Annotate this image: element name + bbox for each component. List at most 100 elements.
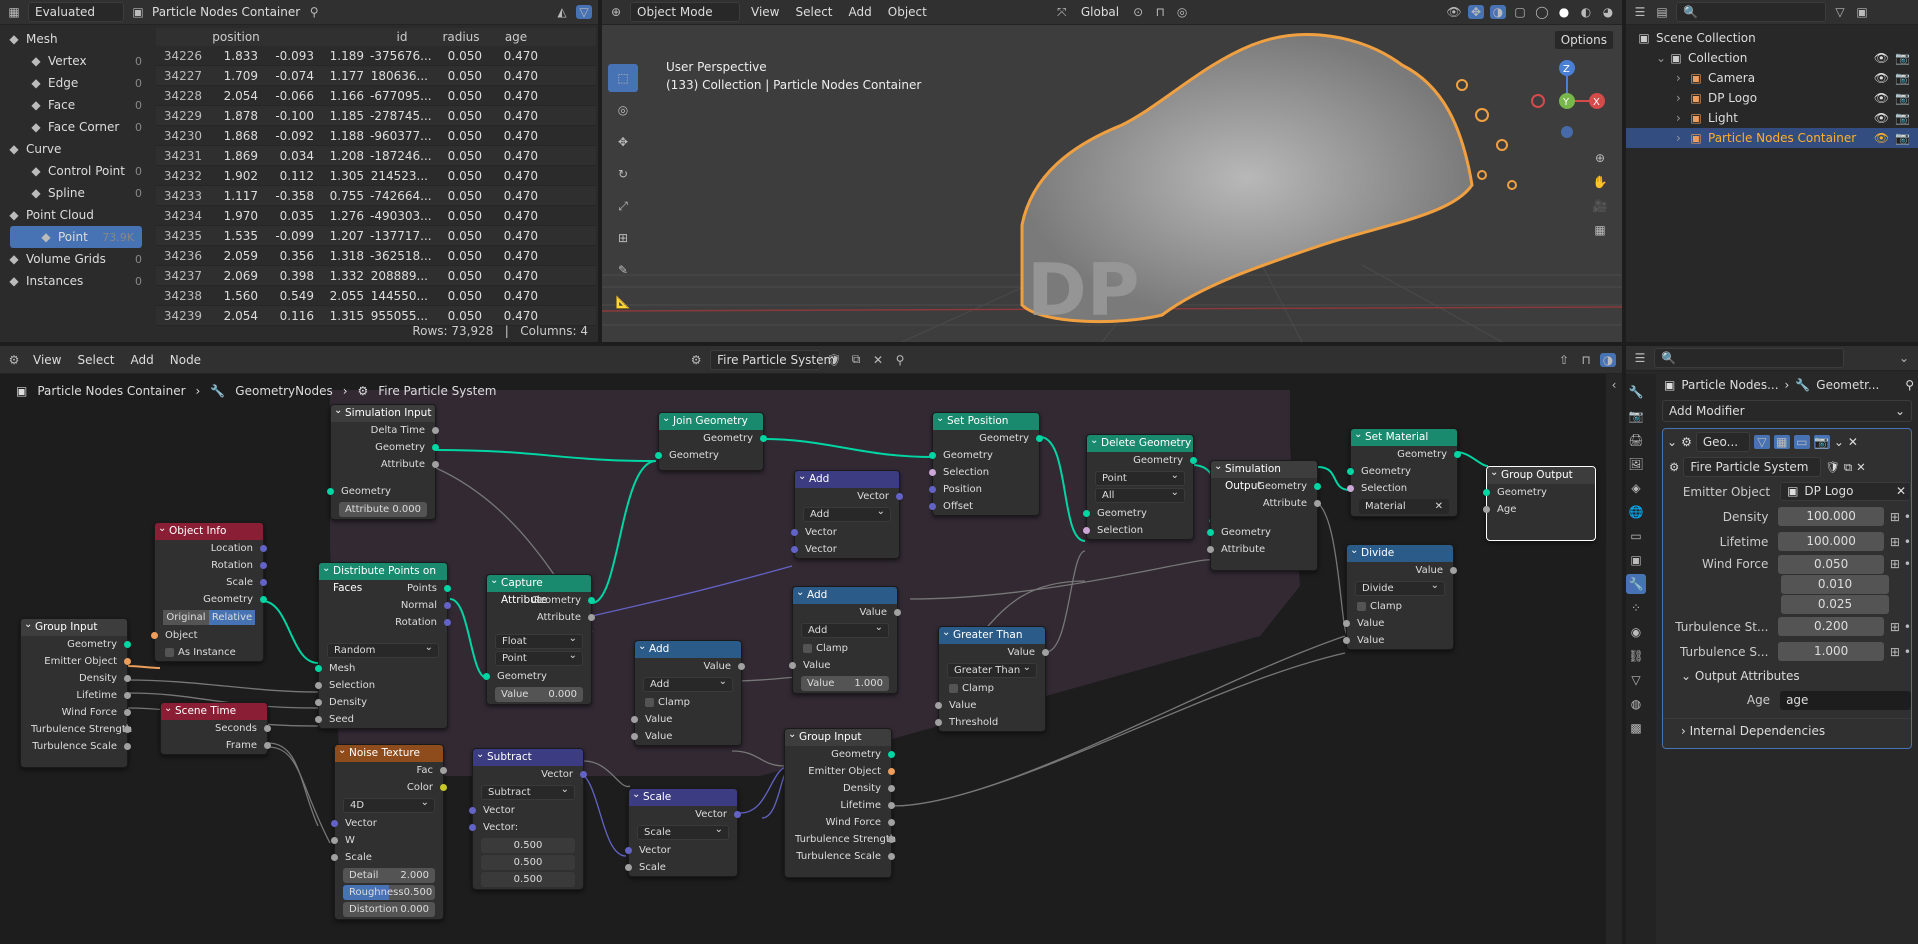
object-tab-icon[interactable]: ▣: [1626, 550, 1646, 570]
socket-dot[interactable]: [1450, 567, 1457, 574]
socket-dot[interactable]: [264, 742, 271, 749]
wireframe-shading-icon[interactable]: ◯: [1534, 5, 1550, 19]
socket-dot[interactable]: [588, 597, 595, 604]
input-value-field[interactable]: 0.200: [1778, 617, 1884, 636]
socket-dot[interactable]: [124, 675, 131, 682]
node-value-field[interactable]: Value 0.000: [495, 687, 583, 702]
domain-item[interactable]: ◆ Volume Grids 0: [0, 248, 150, 270]
domain-item[interactable]: ◆ Vertex 0: [0, 50, 150, 72]
view-layer-tab-icon[interactable]: 🖼: [1626, 454, 1646, 474]
render-camera-icon[interactable]: 📷: [1895, 91, 1910, 105]
node-title[interactable]: Group Input: [21, 616, 127, 636]
domain-item[interactable]: ◆ Curve: [0, 138, 150, 160]
node-sim-output[interactable]: Simulation OutputGeometryAttributeGeomet…: [1207, 458, 1321, 571]
socket-dot[interactable]: [469, 807, 476, 814]
input-value-field[interactable]: 0.010: [1781, 574, 1889, 594]
node-title[interactable]: Add: [795, 468, 899, 488]
rotate-tool-icon[interactable]: ↻: [608, 160, 638, 188]
material-tab-icon[interactable]: ◍: [1626, 694, 1646, 714]
socket-dot[interactable]: [315, 665, 322, 672]
modifier-name-field[interactable]: Geo...: [1695, 432, 1750, 452]
node-add3[interactable]: Add Value Add Clamp Value Value: [631, 638, 745, 746]
editor-type-icon[interactable]: ⊕: [608, 5, 624, 19]
snap-icon[interactable]: ⊓: [1152, 5, 1168, 19]
output-tab-icon[interactable]: 🖨: [1626, 430, 1646, 450]
overlay-icon[interactable]: ◑: [1490, 5, 1506, 19]
socket-dot[interactable]: [888, 819, 895, 826]
outliner-item[interactable]: › ▣ Light 👁 📷: [1626, 108, 1918, 128]
socket-dot[interactable]: [929, 503, 936, 510]
visibility-icon[interactable]: 👁: [1446, 5, 1462, 19]
menu-select[interactable]: Select: [790, 3, 837, 21]
keyframe-dot-icon[interactable]: •: [1904, 645, 1911, 659]
node-title[interactable]: Scene Time: [161, 700, 267, 720]
node-checkbox[interactable]: Clamp: [635, 694, 741, 711]
node-canvas[interactable]: Simulation Input Delta Time Geometry Attrib…: [0, 346, 1622, 944]
outliner-item[interactable]: › ▣ Camera 👁 📷: [1626, 68, 1918, 88]
column-header[interactable]: age: [488, 30, 544, 44]
socket-dot[interactable]: [929, 486, 936, 493]
node-title[interactable]: Distribute Points on Faces: [319, 560, 447, 594]
editor-type-icon[interactable]: ▦: [6, 5, 22, 19]
socket-dot[interactable]: [1083, 510, 1090, 517]
attribute-toggle-icon[interactable]: ⊞: [1890, 510, 1900, 524]
expand-arrow-icon[interactable]: ›: [1676, 71, 1688, 85]
checkbox-box[interactable]: [803, 643, 812, 653]
scene-tab-icon[interactable]: ◈: [1626, 478, 1646, 498]
texture-tab-icon[interactable]: ▩: [1626, 718, 1646, 738]
editor-type-icon[interactable]: ☰: [1632, 351, 1648, 365]
data-tab-icon[interactable]: ▽: [1626, 670, 1646, 690]
attribute-toggle-icon[interactable]: ⊞: [1890, 620, 1900, 634]
socket-dot[interactable]: [888, 853, 895, 860]
domain-item[interactable]: ◆ Instances 0: [0, 270, 150, 292]
sidebar-arrow-icon[interactable]: ‹: [1606, 378, 1622, 392]
attribute-toggle-icon[interactable]: ⊞: [1890, 645, 1900, 659]
chevron-down-icon[interactable]: ⌄: [1667, 435, 1677, 449]
socket-dot[interactable]: [444, 602, 451, 609]
navigation-gizmo[interactable]: Z Y X: [1522, 56, 1612, 146]
node-group-input1[interactable]: Group Input Geometry Emitter Object Density…: [20, 616, 132, 768]
socket-dot[interactable]: [124, 709, 131, 716]
socket-dot[interactable]: [888, 751, 895, 758]
vector-component-field[interactable]: 0.500: [481, 838, 575, 853]
socket-dot[interactable]: [124, 641, 131, 648]
node-value-field[interactable]: Distortion 0.000: [343, 902, 435, 917]
socket-dot[interactable]: [315, 682, 322, 689]
socket-dot[interactable]: [124, 726, 131, 733]
selected-only-icon[interactable]: ◭: [554, 5, 570, 19]
outliner-item[interactable]: › ▣ DP Logo 👁 📷: [1626, 88, 1918, 108]
xray-icon[interactable]: ▢: [1512, 5, 1528, 19]
pin-icon[interactable]: ⚲: [1905, 378, 1914, 392]
outliner-item[interactable]: ⌄ ▣ Collection 👁 📷: [1626, 48, 1918, 68]
socket-dot[interactable]: [580, 771, 587, 778]
checkbox-box[interactable]: [1357, 601, 1366, 611]
vector-component-field[interactable]: 0.500: [481, 872, 575, 887]
socket-dot[interactable]: [260, 545, 267, 552]
material-selector[interactable]: Material ✕: [1359, 499, 1449, 514]
node-title[interactable]: Set Position: [933, 410, 1039, 430]
socket-dot[interactable]: [631, 716, 638, 723]
socket-dot[interactable]: [888, 836, 895, 843]
node-checkbox[interactable]: Clamp: [939, 680, 1045, 697]
chevron-down-icon[interactable]: ⌄: [1896, 351, 1912, 365]
socket-dot[interactable]: [655, 452, 662, 459]
attribute-toggle-icon[interactable]: ⊞: [1890, 557, 1900, 571]
socket-dot[interactable]: [264, 725, 271, 732]
node-title[interactable]: Add: [635, 638, 741, 658]
new-collection-icon[interactable]: ▣: [1854, 5, 1870, 19]
menu-object[interactable]: Object: [883, 3, 932, 21]
particles-tab-icon[interactable]: ⁘: [1626, 598, 1646, 618]
node-title[interactable]: Scale: [629, 786, 737, 806]
display-mode-icon[interactable]: ▤: [1654, 5, 1670, 19]
visibility-eye-icon[interactable]: 👁: [1874, 91, 1889, 105]
annotate-tool-icon[interactable]: ✎: [608, 256, 638, 284]
node-add2[interactable]: Add Value Add Clamp Value Value 1.000: [789, 584, 901, 694]
solid-shading-icon[interactable]: ●: [1556, 5, 1572, 19]
cursor-tool-icon[interactable]: ◎: [608, 96, 638, 124]
node-object-info[interactable]: Object Info Location Rotation Scale Geometry…: [151, 520, 267, 662]
domain-item[interactable]: ◆ Face Corner 0: [0, 116, 150, 138]
scale-tool-icon[interactable]: ⤢: [608, 192, 638, 220]
input-value-field[interactable]: 100.000: [1778, 532, 1884, 551]
camera-view-icon[interactable]: 🎥: [1590, 196, 1610, 216]
close-icon[interactable]: ✕: [1896, 483, 1910, 500]
